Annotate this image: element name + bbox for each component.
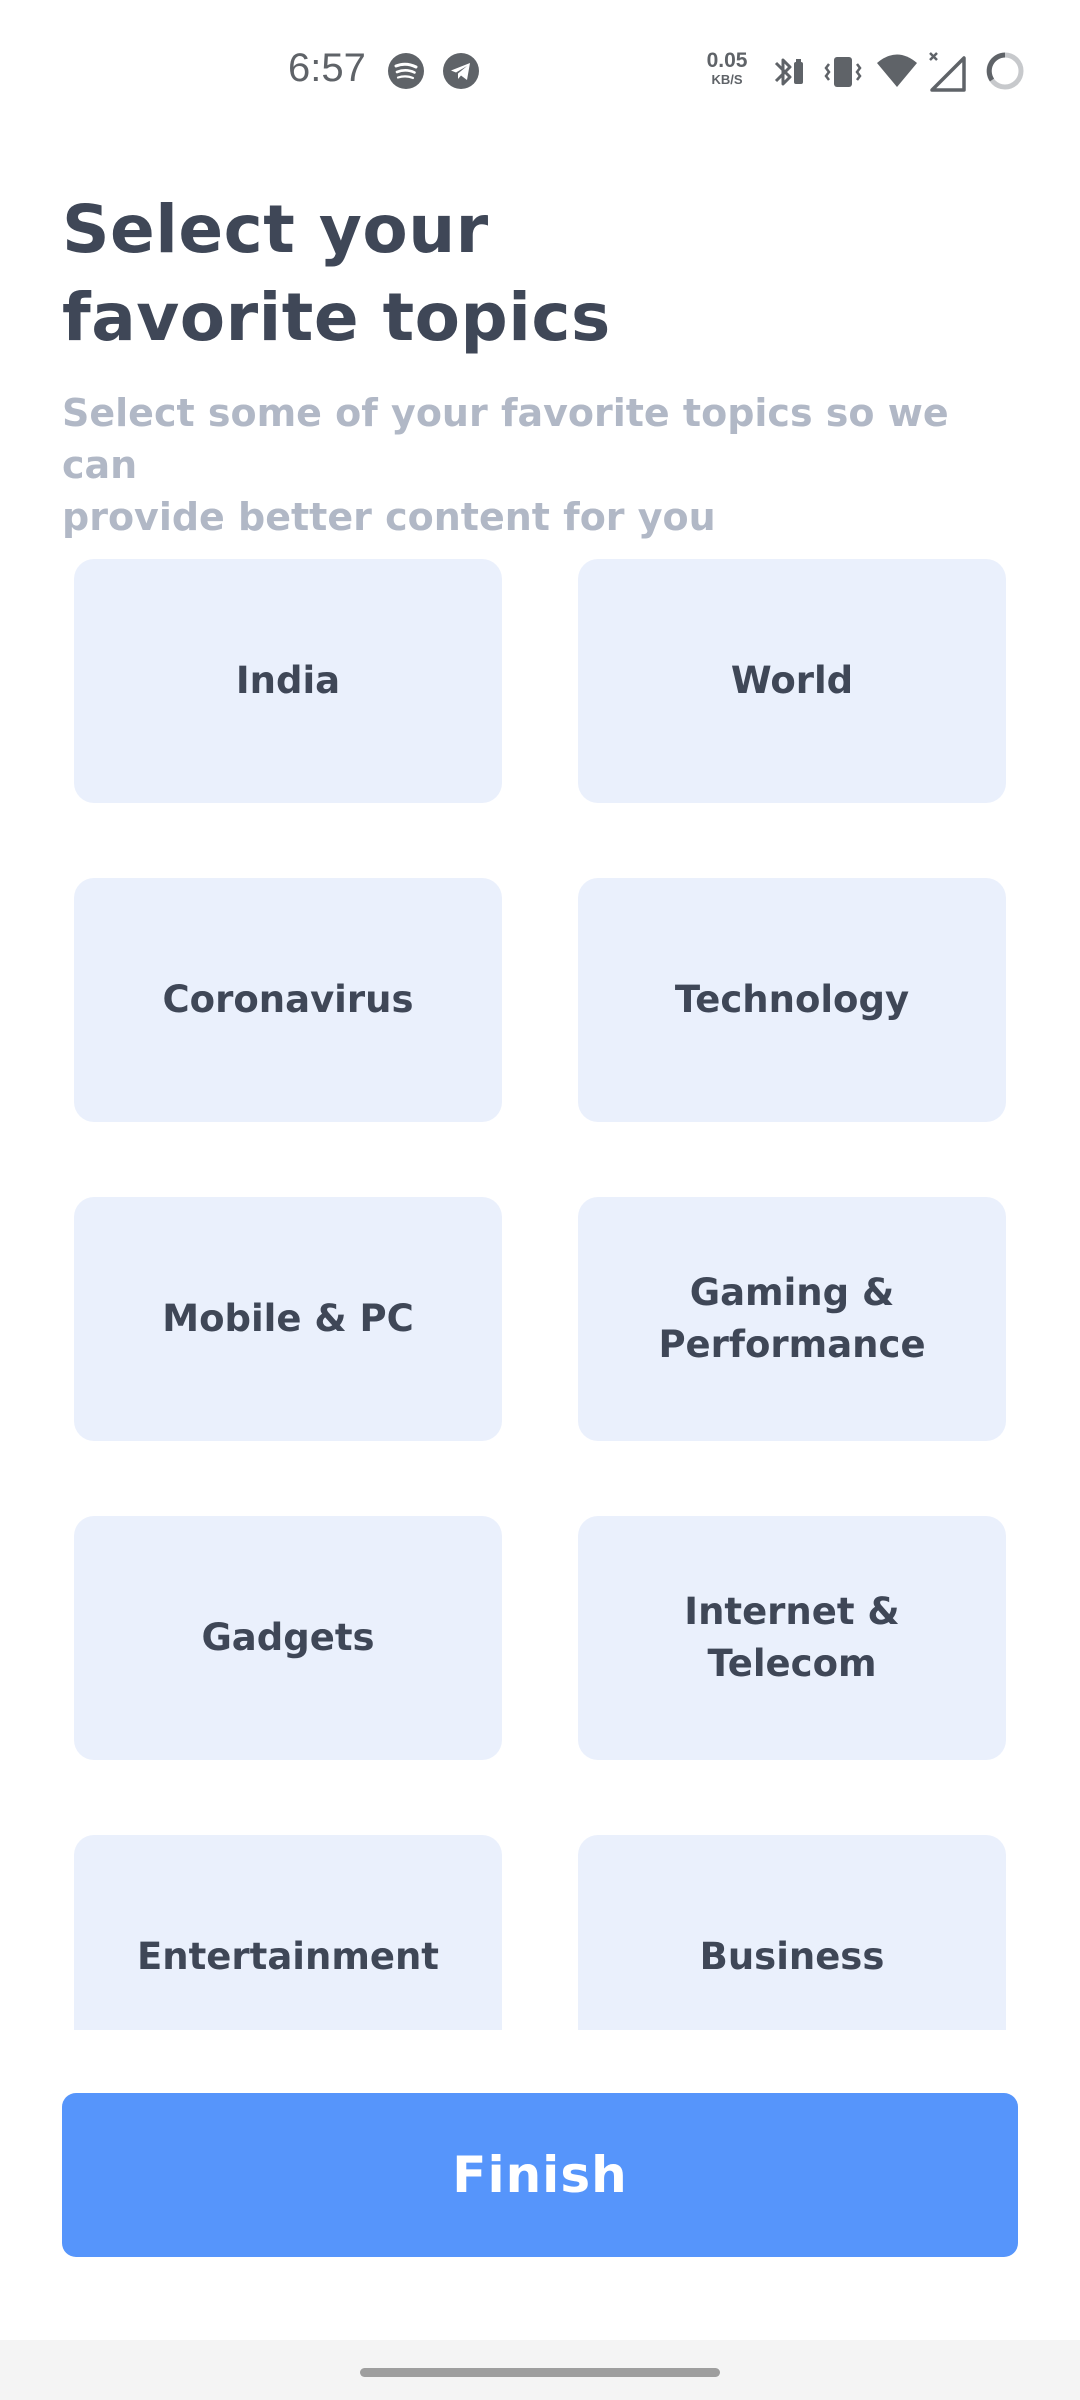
wifi-icon (876, 52, 918, 94)
topic-card-technology[interactable]: Technology (578, 878, 1006, 1122)
bluetooth-icon (770, 52, 806, 96)
topic-card-business[interactable]: Business (578, 1835, 1006, 2030)
page-title: Select your favorite topics (62, 186, 762, 362)
status-bar: 6:57 0.05 KB/S (0, 0, 1080, 140)
status-time: 6:57 (288, 46, 366, 90)
page-subtitle: Select some of your favorite topics so w… (62, 387, 962, 543)
network-speed: 0.05 KB/S (702, 50, 752, 86)
telegram-icon (442, 52, 480, 94)
page-title-line-1: Select your (62, 191, 489, 268)
topic-card-world[interactable]: World (578, 559, 1006, 803)
topic-card-internet-telecom[interactable]: Internet & Telecom (578, 1516, 1006, 1760)
topic-card-india[interactable]: India (74, 559, 502, 803)
topic-card-gadgets[interactable]: Gadgets (74, 1516, 502, 1760)
navigation-bar (0, 2340, 1080, 2400)
home-indicator[interactable] (360, 2368, 720, 2377)
finish-button[interactable]: Finish (62, 2093, 1018, 2257)
topic-card-gaming-performance[interactable]: Gaming & Performance (578, 1197, 1006, 1441)
battery-ring-icon (985, 51, 1025, 95)
spotify-icon (387, 52, 425, 94)
page-subtitle-line-1: Select some of your favorite topics so w… (62, 391, 949, 487)
network-speed-unit: KB/S (711, 72, 743, 87)
cell-signal-icon (928, 50, 968, 96)
topic-grid: India World Coronavirus Technology Mobil… (74, 559, 1006, 2030)
vibrate-icon (823, 52, 863, 96)
network-speed-value: 0.05 (706, 49, 748, 72)
topic-card-mobile-pc[interactable]: Mobile & PC (74, 1197, 502, 1441)
topic-selection-screen: 6:57 0.05 KB/S Select your favorite topi… (0, 0, 1080, 2400)
topics-scroll-area[interactable]: India World Coronavirus Technology Mobil… (0, 555, 1080, 2030)
topic-card-coronavirus[interactable]: Coronavirus (74, 878, 502, 1122)
topic-card-entertainment[interactable]: Entertainment (74, 1835, 502, 2030)
page-title-line-2: favorite topics (62, 279, 611, 356)
page-subtitle-line-2: provide better content for you (62, 495, 716, 539)
